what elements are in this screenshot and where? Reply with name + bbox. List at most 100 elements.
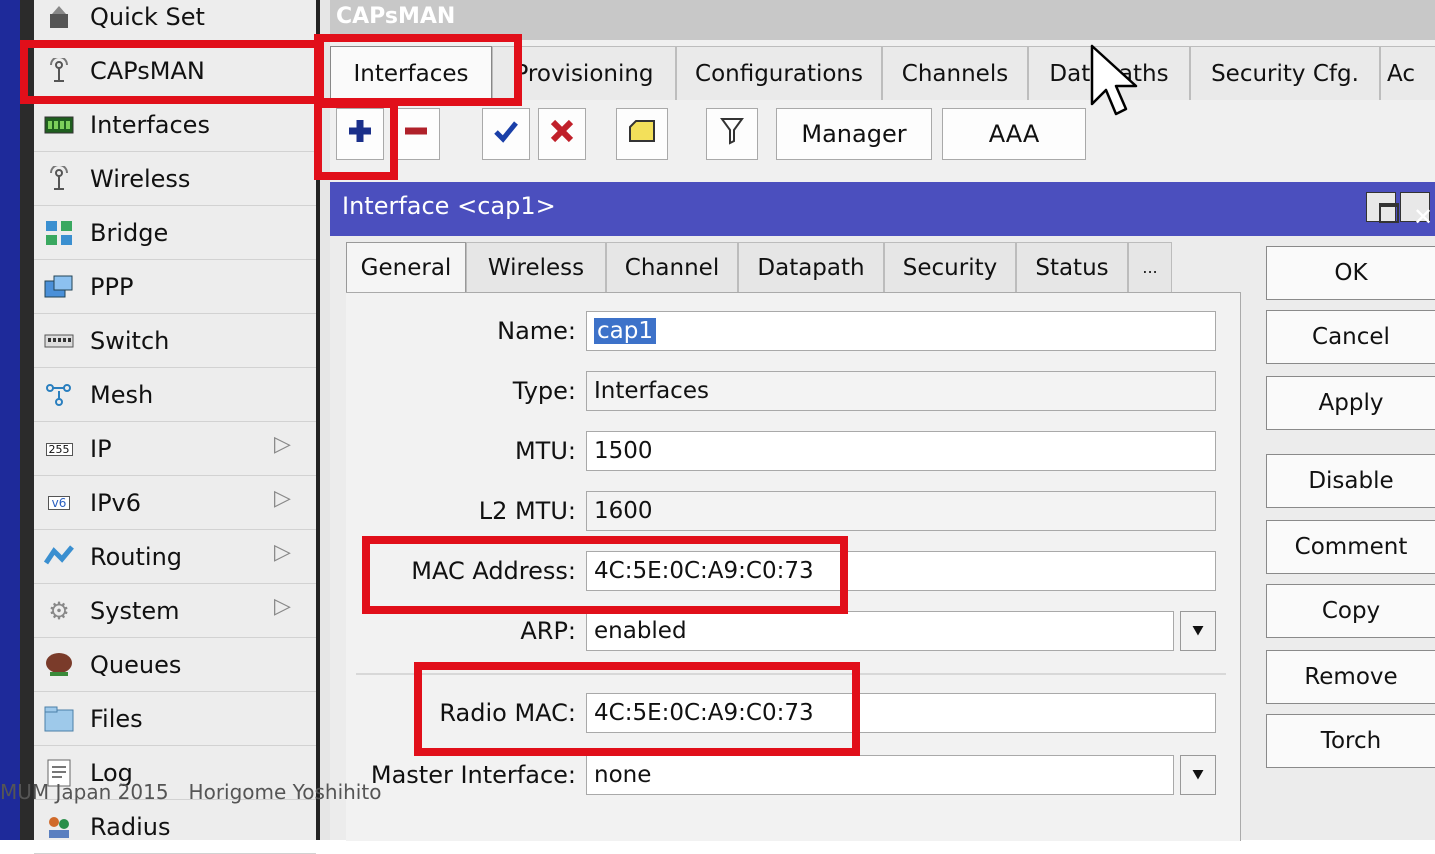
arp-dropdown-button[interactable]: ⯆ — [1180, 611, 1216, 651]
torch-button[interactable]: Torch — [1266, 714, 1435, 768]
dropdown-arrow-icon: ⯆ — [1190, 763, 1206, 787]
sidebar-item-label: Files — [90, 705, 143, 733]
sidebar-item-interfaces[interactable]: Interfaces — [34, 98, 316, 152]
submenu-arrow-icon: ▷ — [274, 594, 291, 619]
highlight-mac-address — [362, 536, 848, 614]
sidebar-item-label: Bridge — [90, 219, 169, 247]
sidebar-item-ipv6[interactable]: v6 IPv6 ▷ — [34, 476, 316, 530]
dialog-title-bar[interactable]: Interface <cap1> ✕ — [330, 182, 1435, 236]
dropdown-arrow-icon: ⯆ — [1190, 619, 1206, 643]
sidebar-item-wireless[interactable]: Wireless — [34, 152, 316, 206]
arp-select[interactable]: enabled — [586, 611, 1174, 651]
submenu-arrow-icon: ▷ — [274, 432, 291, 457]
submenu-arrow-icon: ▷ — [274, 486, 291, 511]
enable-button[interactable] — [482, 108, 530, 160]
window-frame-left — [0, 0, 20, 840]
dialog-title: Interface <cap1> — [342, 192, 556, 220]
tab-channels[interactable]: Channels — [882, 46, 1028, 100]
tab-general[interactable]: General — [346, 242, 466, 298]
minus-icon — [403, 118, 429, 150]
sidebar-item-label: Wireless — [90, 165, 191, 193]
window-title: CAPsMAN — [336, 4, 456, 29]
radius-icon — [42, 812, 76, 842]
sidebar-item-label: Queues — [90, 651, 182, 679]
disable-button[interactable]: Disable — [1266, 454, 1435, 508]
name-value: cap1 — [594, 318, 656, 344]
sidebar-item-bridge[interactable]: Bridge — [34, 206, 316, 260]
sidebar-item-label: System — [90, 597, 180, 625]
tab-configurations[interactable]: Configurations — [676, 46, 882, 100]
tab-access[interactable]: Ac — [1380, 46, 1435, 100]
filter-icon — [720, 117, 744, 151]
master-interface-select[interactable]: none — [586, 755, 1174, 795]
close-button[interactable]: ✕ — [1400, 192, 1433, 231]
check-icon — [493, 118, 519, 150]
mtu-label: MTU: — [514, 437, 576, 465]
folder-icon — [42, 704, 76, 734]
tab-security-cfg[interactable]: Security Cfg. — [1190, 46, 1380, 100]
sidebar-item-queues[interactable]: Queues — [34, 638, 316, 692]
aaa-button[interactable]: AAA — [942, 108, 1086, 160]
submenu-arrow-icon: ▷ — [274, 540, 291, 565]
mouse-cursor-icon — [1090, 44, 1138, 116]
comment-button[interactable]: Comment — [1266, 520, 1435, 574]
sidebar-item-label: IPv6 — [90, 489, 142, 517]
x-icon — [549, 118, 575, 150]
switch-icon — [42, 326, 76, 356]
mesh-icon — [42, 380, 76, 410]
tab-wireless[interactable]: Wireless — [466, 242, 606, 294]
interfaces-icon — [42, 110, 76, 140]
ppp-icon — [42, 272, 76, 302]
maximize-icon — [1379, 203, 1399, 223]
cancel-button[interactable]: Cancel — [1266, 310, 1435, 364]
sidebar-item-label: Interfaces — [90, 111, 210, 139]
remove-button[interactable] — [392, 108, 440, 160]
highlight-capsman — [20, 40, 324, 104]
disable-button[interactable] — [538, 108, 586, 160]
tab-status[interactable]: Status — [1016, 242, 1128, 294]
capsman-toolbar: Manager AAA — [330, 104, 1435, 166]
master-interface-dropdown-button[interactable]: ⯆ — [1180, 755, 1216, 795]
ok-button[interactable]: OK — [1266, 246, 1435, 300]
maximize-button[interactable] — [1366, 192, 1399, 223]
highlight-add-button — [314, 100, 398, 180]
sidebar-item-label: Routing — [90, 543, 183, 571]
manager-button[interactable]: Manager — [776, 108, 932, 160]
comment-button[interactable] — [616, 108, 668, 160]
tab-channel[interactable]: Channel — [606, 242, 738, 294]
sidebar-item-label: Quick Set — [90, 3, 205, 31]
routing-icon — [42, 542, 76, 572]
copy-button[interactable]: Copy — [1266, 584, 1435, 638]
sidebar-item-switch[interactable]: Switch — [34, 314, 316, 368]
sidebar-item-label: PPP — [90, 273, 134, 301]
bridge-icon — [42, 218, 76, 248]
highlight-radio-mac — [414, 662, 860, 756]
sidebar-item-ppp[interactable]: PPP — [34, 260, 316, 314]
sidebar-item-ip[interactable]: 255 IP ▷ — [34, 422, 316, 476]
ip-icon: 255 — [42, 434, 76, 464]
sidebar-item-system[interactable]: ⚙ System ▷ — [34, 584, 316, 638]
mtu-field[interactable]: 1500 — [586, 431, 1216, 471]
quick-set-icon — [42, 2, 76, 32]
tab-more[interactable]: ... — [1128, 242, 1172, 294]
sidebar-item-label: Radius — [90, 813, 171, 841]
sidebar-item-routing[interactable]: Routing ▷ — [34, 530, 316, 584]
name-field[interactable]: cap1 — [586, 311, 1216, 351]
sidebar-item-quick-set[interactable]: Quick Set — [34, 0, 316, 44]
sidebar-item-label: IP — [90, 435, 112, 463]
filter-button[interactable] — [706, 108, 758, 160]
tab-security[interactable]: Security — [884, 242, 1016, 294]
window-frame-edge — [20, 0, 34, 840]
name-label: Name: — [497, 317, 576, 345]
sidebar-item-mesh[interactable]: Mesh — [34, 368, 316, 422]
remove-button[interactable]: Remove — [1266, 650, 1435, 704]
antenna-icon — [42, 164, 76, 194]
ipv6-icon: v6 — [42, 488, 76, 518]
sidebar-item-files[interactable]: Files — [34, 692, 316, 746]
apply-button[interactable]: Apply — [1266, 376, 1435, 430]
l2-mtu-label: L2 MTU: — [478, 497, 576, 525]
tab-datapath[interactable]: Datapath — [738, 242, 884, 294]
sidebar-item-radius[interactable]: Radius — [34, 800, 316, 854]
type-label: Type: — [512, 377, 576, 405]
close-icon: ✕ — [1413, 203, 1434, 231]
